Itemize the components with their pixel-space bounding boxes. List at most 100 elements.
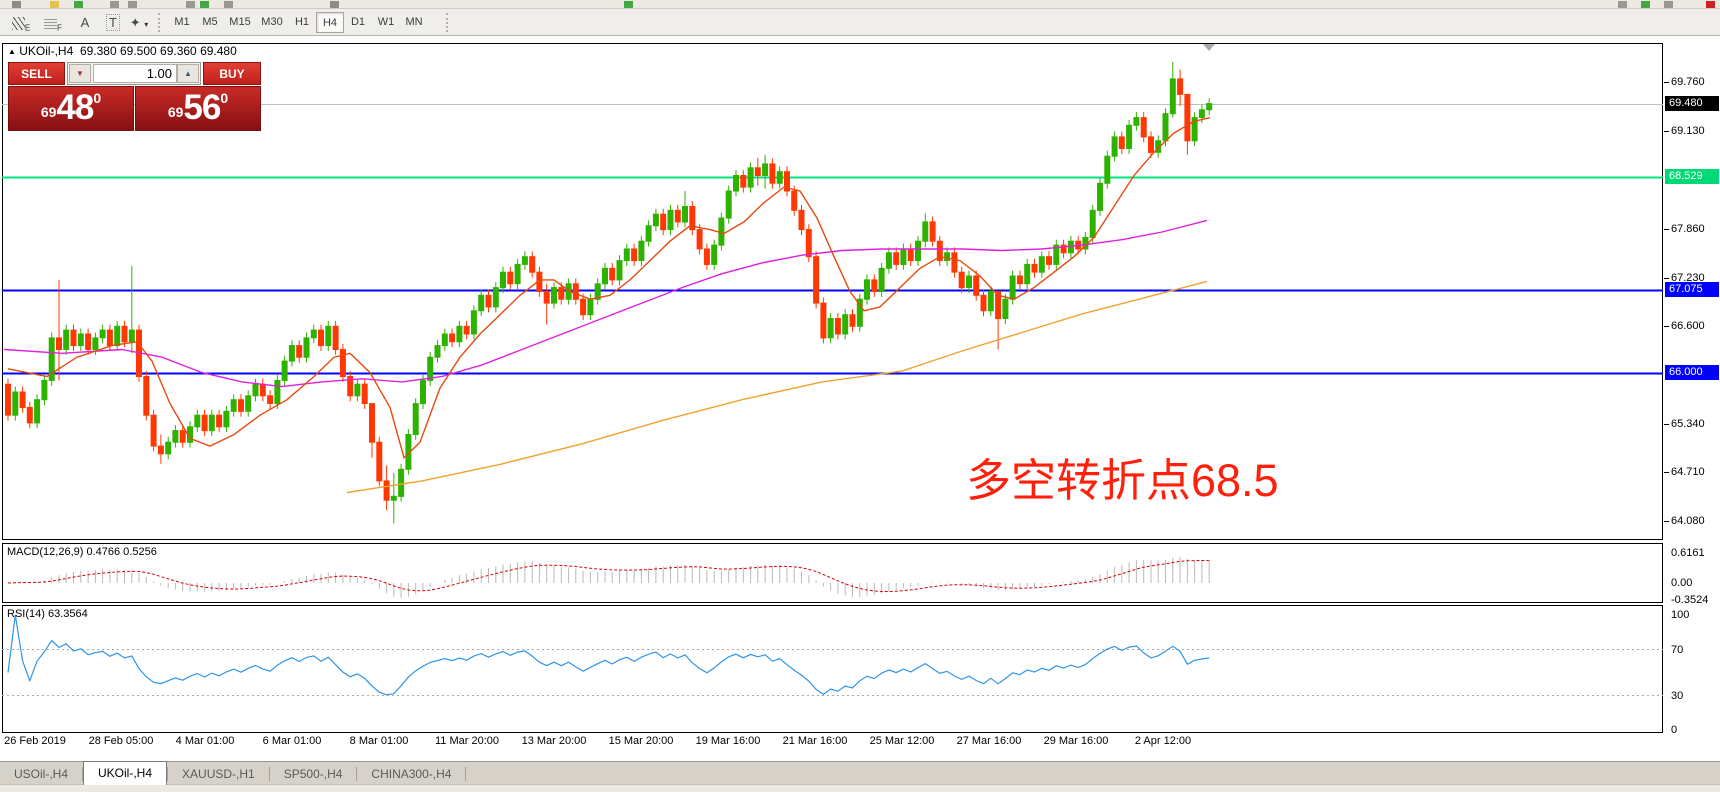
time-axis-label: 27 Mar 16:00 [957, 735, 1022, 747]
chart-window: ▲ UKOil-,H4 69.380 69.500 69.360 69.480 … [0, 36, 1720, 761]
macd-histogram [8, 557, 1209, 598]
time-axis-label: 28 Feb 05:00 [89, 735, 154, 747]
volume-input[interactable] [93, 64, 177, 83]
toolbar-fragment-icon [200, 1, 209, 8]
price-tick [1664, 424, 1669, 425]
price-tick [1664, 326, 1669, 327]
rsi-chart[interactable] [2, 605, 1663, 733]
macd-indicator-label: MACD(12,26,9) 0.4766 0.5256 [7, 546, 157, 558]
chart-tab-sp500h4[interactable]: SP500-,H4 [270, 763, 357, 785]
time-axis-label: 29 Mar 16:00 [1044, 735, 1109, 747]
toolbar-fragment-icon [74, 1, 83, 8]
chart-tab-china300h4[interactable]: CHINA300-,H4 [357, 763, 465, 785]
time-axis-label: 13 Mar 20:00 [522, 735, 587, 747]
timeframe-button-M1[interactable]: M1 [168, 12, 196, 33]
rsi-axis-label: 70 [1671, 643, 1683, 657]
tab-separator [465, 767, 466, 781]
macd-axis-label: 0.6161 [1671, 546, 1705, 560]
price-badge-66.000: 66.000 [1665, 365, 1719, 380]
timeframe-button-W1[interactable]: W1 [372, 12, 400, 33]
price-badge-68.529: 68.529 [1665, 169, 1719, 184]
chart-shift-marker-icon[interactable] [1203, 44, 1215, 51]
collapse-panel-icon[interactable]: ▲ [8, 47, 16, 56]
price-tick-label: 65.340 [1671, 417, 1705, 431]
toolbar-fragment-icon [1706, 1, 1715, 8]
toolbar-fragment-icon [1664, 1, 1673, 8]
time-axis-label: 2 Apr 12:00 [1135, 735, 1191, 747]
toolbar-fragment-icon [224, 1, 233, 8]
toolbar-fragment-icon [128, 1, 137, 8]
time-axis-label: 11 Mar 20:00 [435, 735, 499, 747]
sell-price-prefix: 69 [41, 104, 57, 120]
macd-signal-line [8, 560, 1209, 591]
macd-chart[interactable] [2, 543, 1663, 603]
price-tick-label: 69.760 [1671, 75, 1705, 89]
volume-increase-icon[interactable]: ▲ [177, 64, 199, 83]
time-axis-label: 25 Mar 12:00 [870, 735, 935, 747]
chart-tab-xauusdh1[interactable]: XAUUSD-,H1 [168, 763, 269, 785]
time-axis-label: 6 Mar 01:00 [263, 735, 322, 747]
toolbar-fragment-icon [50, 1, 59, 8]
fast-ma-line [8, 118, 1210, 458]
chart-tab-usoilh4[interactable]: USOil-,H4 [0, 763, 82, 785]
timeframe-button-H4[interactable]: H4 [316, 12, 344, 33]
price-tick [1664, 472, 1669, 473]
price-badge-67.075: 67.075 [1665, 282, 1719, 297]
buy-price-big: 56 [183, 88, 220, 127]
ohlc-values: 69.380 69.500 69.360 69.480 [80, 44, 237, 58]
toolbar-fragment-icon [12, 1, 21, 8]
main-toolbar-partial-row [0, 0, 1720, 9]
volume-control: ▼ ▲ [67, 62, 201, 85]
chart-tab-bar: USOil-,H4UKOil-,H4XAUUSD-,H1SP500-,H4CHI… [0, 761, 1720, 784]
time-axis: 26 Feb 2019 28 Feb 05:00 4 Mar 01:00 6 Mar … [0, 735, 1720, 751]
buy-price-tile[interactable]: 69560 [135, 86, 261, 131]
time-axis-label: 8 Mar 01:00 [350, 735, 409, 747]
price-badge-69.480: 69.480 [1665, 96, 1719, 111]
time-axis-label: 26 Feb 2019 [4, 735, 66, 747]
timeframe-button-H1[interactable]: H1 [288, 12, 316, 33]
buy-button[interactable]: BUY [203, 62, 261, 85]
macd-axis-label: 0.00 [1671, 576, 1692, 590]
arrows-icon[interactable]: ✦ ▾ [126, 12, 152, 33]
rsi-axis-label: 30 [1671, 689, 1683, 703]
drawing-and-timeframe-toolbar: EFAT✦ ▾ M1M5M15M30H1H4D1W1MN [0, 9, 1720, 36]
toolbar-separator [158, 13, 162, 32]
price-tick-label: 64.710 [1671, 465, 1705, 479]
timeframe-button-M5[interactable]: M5 [196, 12, 224, 33]
timeframe-button-M30[interactable]: M30 [256, 12, 288, 33]
chart-tab-ukoilh4[interactable]: UKOil-,H4 [83, 761, 167, 785]
sell-price-big: 48 [56, 88, 93, 127]
price-tick-label: 66.600 [1671, 319, 1705, 333]
rsi-line [8, 615, 1209, 695]
toolbar-fragment-icon [1618, 1, 1627, 8]
price-tick [1664, 278, 1669, 279]
buy-price-sup: 0 [220, 90, 228, 106]
price-tick-label: 69.130 [1671, 124, 1705, 138]
sell-button[interactable]: SELL [8, 62, 65, 85]
timeframe-button-M15[interactable]: M15 [224, 12, 256, 33]
rsi-indicator-label: RSI(14) 63.3564 [7, 608, 88, 620]
price-tick-label: 64.080 [1671, 514, 1705, 528]
price-tick [1664, 82, 1669, 83]
mid-ma-line [4, 220, 1207, 386]
equidistant-channel-icon[interactable]: E [8, 12, 34, 33]
sell-price-tile[interactable]: 69480 [8, 86, 134, 131]
text-label-icon[interactable]: T [100, 12, 126, 33]
time-axis-label: 4 Mar 01:00 [176, 735, 235, 747]
toolbar-fragment-icon [186, 1, 195, 8]
buy-price-prefix: 69 [168, 104, 184, 120]
macd-axis-label: -0.3524 [1671, 593, 1708, 607]
toolbar-fragment-icon [624, 1, 633, 8]
toolbar-fragment-icon [1641, 1, 1650, 8]
text-icon[interactable]: A [72, 12, 98, 33]
time-axis-label: 15 Mar 20:00 [609, 735, 674, 747]
fibonacci-grid-icon[interactable]: F [40, 12, 66, 33]
volume-decrease-icon[interactable]: ▼ [69, 64, 91, 83]
rsi-axis-label: 100 [1671, 608, 1689, 622]
application-window: EFAT✦ ▾M1M5M15M30H1H4D1W1MN ▲ UKOil-,H4 … [0, 0, 1720, 792]
price-tick-label: 67.860 [1671, 222, 1705, 236]
price-tick [1664, 131, 1669, 132]
timeframe-button-D1[interactable]: D1 [344, 12, 372, 33]
price-tick [1664, 229, 1669, 230]
timeframe-button-MN[interactable]: MN [400, 12, 428, 33]
